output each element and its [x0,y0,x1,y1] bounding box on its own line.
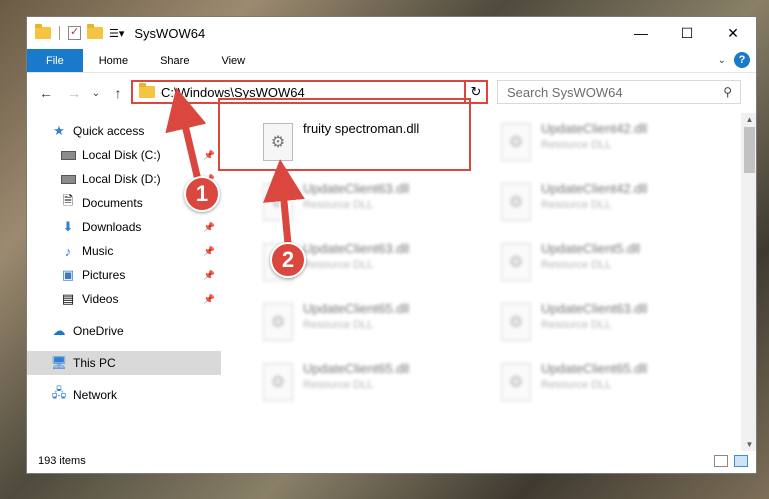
scroll-up-icon[interactable]: ▲ [741,115,756,124]
step-badge-2: 2 [270,242,306,278]
sidebar-item-pictures[interactable]: ▣ Pictures 📌 [27,263,221,287]
quick-access-toolbar: ☰▾ [27,24,124,40]
network-icon: 🖧 [51,385,67,400]
file-highlight-box [218,98,471,171]
expand-ribbon-icon[interactable]: ⌄ [718,55,726,66]
properties-icon[interactable] [68,25,81,40]
ribbon-tabs: File Home Share View ⌄ ? [27,49,756,73]
pin-icon[interactable]: 📌 [204,270,215,281]
customize-toolbar-icon[interactable]: ☰▾ [109,27,124,40]
tab-view[interactable]: View [205,49,261,72]
window-title: SysWOW64 [134,25,206,41]
recent-locations-button[interactable]: ⌄ [85,88,107,99]
sidebar-item-onedrive[interactable]: ☁ OneDrive [27,319,221,343]
sidebar-item-network[interactable]: 🖧 Network [27,383,221,407]
file-item[interactable]: ⚙ UpdateClient63.dllResource DLL [247,175,473,231]
sidebar-item-quick-access[interactable]: ★ Quick access [27,119,221,143]
sidebar-item-videos[interactable]: ▤ Videos 📌 [27,287,221,311]
sidebar-item-downloads[interactable]: ⬇ Downloads 📌 [27,215,221,239]
pin-icon[interactable]: 📌 [204,294,215,305]
download-icon: ⬇ [62,219,74,234]
file-item[interactable]: ⚙ UpdateClient5.dll Resource DLL [485,235,711,291]
sidebar-item-music[interactable]: ♪ Music 📌 [27,239,221,263]
pin-icon[interactable]: 📌 [204,222,215,233]
dll-file-icon: ⚙ [263,363,293,401]
dll-file-icon: ⚙ [263,303,293,341]
pin-icon[interactable]: 📌 [204,150,215,161]
videos-icon: ▤ [61,291,75,306]
back-button[interactable]: ← [35,85,57,101]
dll-file-icon: ⚙ [501,243,531,281]
maximize-button[interactable]: ☐ [664,17,710,49]
title-bar: ☰▾ SysWOW64 — ☐ ✕ [27,17,756,49]
status-bar: 193 items [27,449,756,473]
item-count: 193 items [38,455,86,467]
forward-button[interactable]: → [63,85,85,101]
new-folder-icon[interactable] [87,24,103,39]
disk-icon [60,172,76,186]
file-item[interactable]: ⚙ UpdateClient42.dll Resource DLL [485,115,711,171]
pictures-icon: ▣ [61,267,75,282]
sidebar-item-local-disk-c[interactable]: Local Disk (C:) 📌 [27,143,221,167]
file-item[interactable]: ⚙ UpdateClient65.dll Resource DLL [485,355,711,411]
details-view-icon[interactable] [714,455,728,467]
vertical-scrollbar[interactable]: ▲ ▼ [741,113,756,451]
file-explorer-window: ☰▾ SysWOW64 — ☐ ✕ File Home Share View ⌄… [26,16,757,474]
music-icon: ♪ [64,243,72,259]
search-input[interactable]: Search SysWOW64 ⚲ [497,80,741,104]
file-item[interactable]: ⚙ UpdateClient65.dll Resource DLL [247,295,473,351]
disk-icon [60,148,76,162]
dll-file-icon: ⚙ [501,183,531,221]
navigation-pane: ★ Quick access Local Disk (C:) 📌 Local D… [27,113,221,451]
help-icon[interactable]: ? [734,52,750,68]
cloud-icon: ☁ [52,323,66,338]
pin-icon[interactable]: 📌 [204,246,215,257]
star-icon: ★ [53,123,65,138]
documents-icon: 🗎 [62,193,74,208]
dll-file-icon: ⚙ [263,183,293,221]
dll-file-icon: ⚙ [501,303,531,341]
scroll-down-icon[interactable]: ▼ [741,440,756,449]
close-button[interactable]: ✕ [710,17,756,49]
dll-file-icon: ⚙ [501,123,531,161]
up-button[interactable]: ↑ [107,85,129,101]
search-icon[interactable]: ⚲ [723,85,732,99]
file-item[interactable]: ⚙ UpdateClient65.dll Resource DLL [247,355,473,411]
tab-file[interactable]: File [27,49,83,72]
minimize-button[interactable]: — [618,17,664,49]
tiles-view-icon[interactable] [734,455,748,467]
folder-icon [35,24,51,39]
step-badge-1: 1 [184,176,220,212]
tab-share[interactable]: Share [144,49,205,72]
folder-icon [139,83,155,98]
scrollbar-thumb[interactable] [744,127,755,173]
file-item[interactable]: ⚙ UpdateClient63.dllResource DLL [485,295,711,351]
tab-home[interactable]: Home [83,49,144,72]
sidebar-item-this-pc[interactable]: 🖥 This PC [27,351,221,375]
pc-icon: 🖥 [50,355,68,370]
file-item[interactable]: ⚙ UpdateClient42.dll Resource DLL [485,175,711,231]
search-placeholder: Search SysWOW64 [507,84,623,100]
dll-file-icon: ⚙ [501,363,531,401]
